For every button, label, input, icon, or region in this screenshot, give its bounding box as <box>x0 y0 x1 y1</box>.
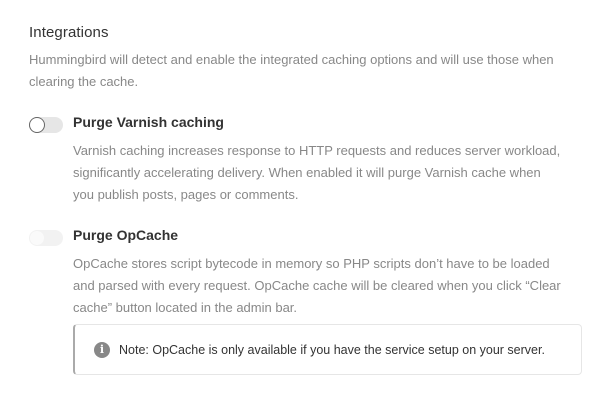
section-description: Hummingbird will detect and enable the i… <box>29 52 554 89</box>
purge-varnish-description: Varnish caching increases response to HT… <box>73 143 561 202</box>
purge-opcache-label: Purge OpCache <box>73 227 179 243</box>
opcache-notice: i Note: OpCache is only available if you… <box>73 324 582 375</box>
purge-opcache-description: OpCache stores script bytecode in memory… <box>73 256 561 315</box>
section-title: Integrations <box>29 24 109 41</box>
purge-varnish-toggle[interactable] <box>29 117 63 133</box>
toggle-knob <box>29 117 45 133</box>
purge-opcache-toggle <box>29 230 63 246</box>
notice-text: Note: OpCache is only available if you h… <box>119 343 545 357</box>
purge-varnish-label[interactable]: Purge Varnish caching <box>73 114 224 130</box>
integrations-settings-panel: Integrations Hummingbird will detect and… <box>0 0 610 401</box>
info-icon: i <box>94 342 110 358</box>
toggle-knob <box>30 231 44 245</box>
